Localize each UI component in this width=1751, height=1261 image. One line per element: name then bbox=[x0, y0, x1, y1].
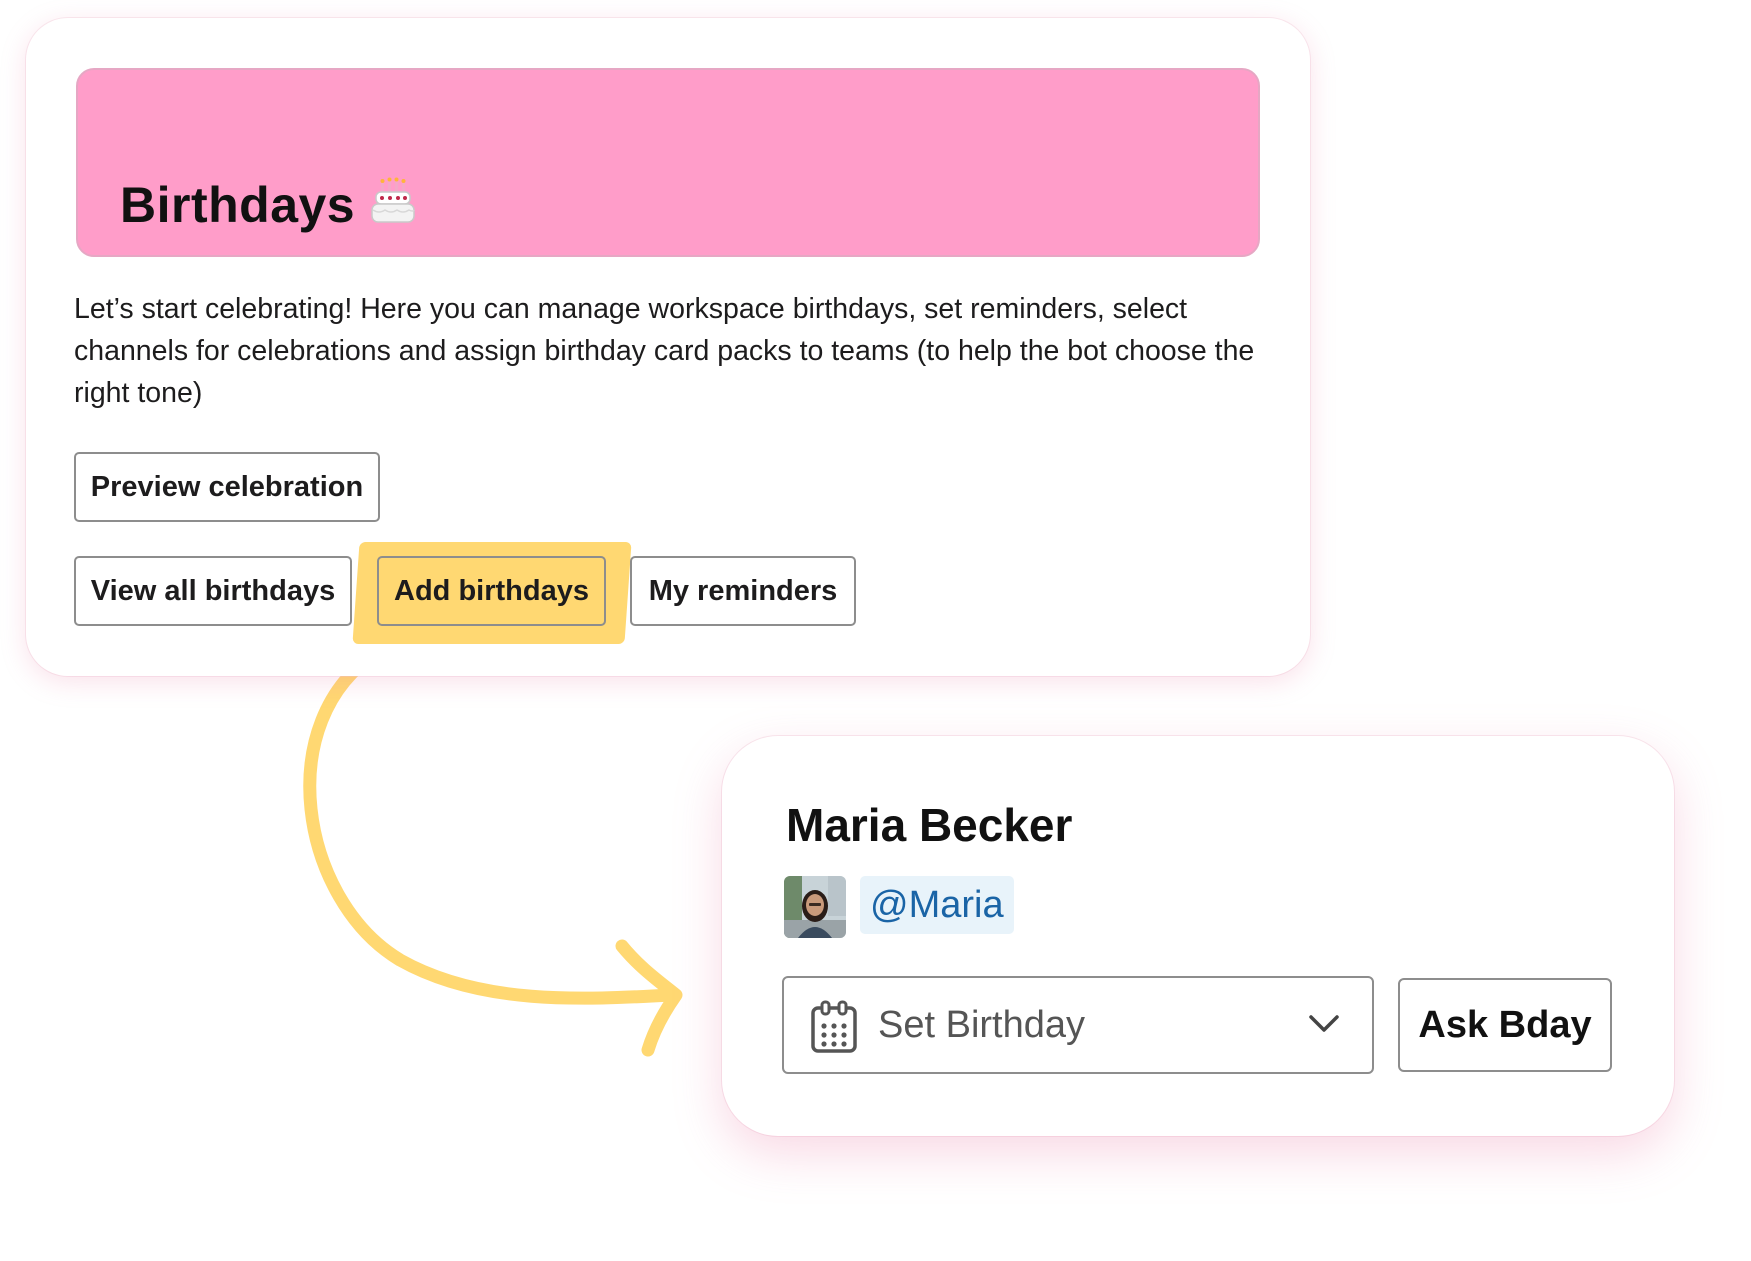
user-name: Maria Becker bbox=[786, 799, 1073, 851]
user-mention[interactable]: @Maria bbox=[860, 876, 1014, 934]
my-reminders-button[interactable]: My reminders bbox=[630, 556, 856, 626]
calendar-icon bbox=[811, 1000, 857, 1053]
birthdays-card: Birthdays Let’s start celebrating! Here … bbox=[26, 18, 1310, 676]
birthdays-banner: Birthdays bbox=[76, 68, 1260, 257]
intro-text: Let’s start celebrating! Here you can ma… bbox=[74, 293, 1255, 409]
view-all-birthdays-button[interactable]: View all birthdays bbox=[74, 556, 352, 626]
preview-celebration-button[interactable]: Preview celebration bbox=[74, 452, 380, 522]
birthday-cake-icon bbox=[369, 177, 417, 225]
ask-bday-button[interactable]: Ask Bday bbox=[1398, 978, 1612, 1072]
chevron-down-icon bbox=[1309, 1015, 1339, 1032]
user-card: Maria Becker @Maria Set Birthday Ask Bda… bbox=[722, 736, 1674, 1136]
user-avatar bbox=[784, 876, 846, 938]
add-birthdays-button[interactable]: Add birthdays bbox=[377, 556, 606, 626]
set-birthday-select[interactable]: Set Birthday bbox=[782, 976, 1374, 1074]
birthdays-title-text: Birthdays bbox=[120, 177, 356, 233]
birthdays-title: Birthdays bbox=[120, 177, 417, 233]
set-birthday-label: Set Birthday bbox=[878, 1004, 1085, 1046]
